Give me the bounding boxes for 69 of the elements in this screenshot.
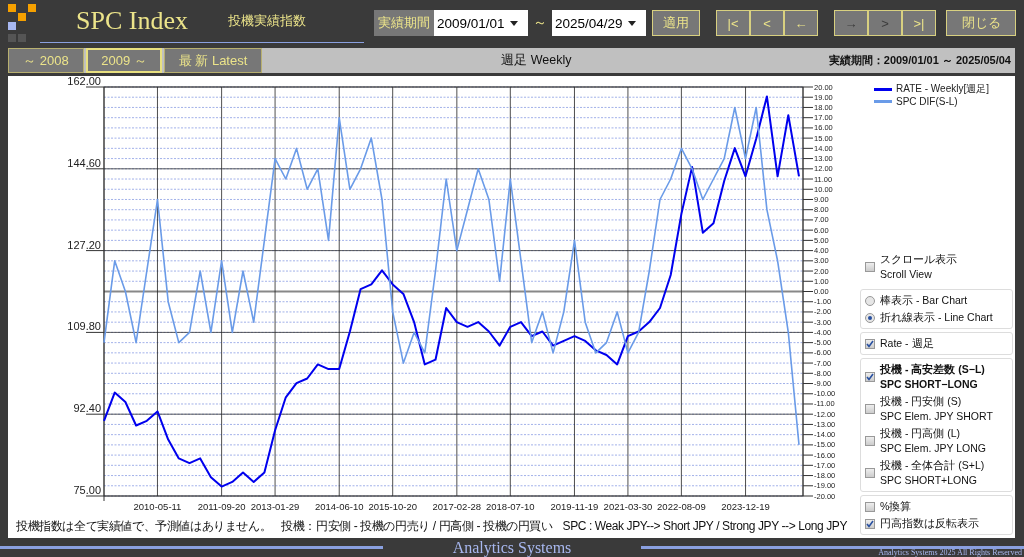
- checkbox[interactable]: [865, 372, 875, 382]
- footnote: 投機：円安側 - 投機の円売り / 円高側 - 投機の円買い: [281, 517, 553, 535]
- caret-icon: [627, 20, 636, 26]
- footnote: 投機指数は全て実績値で、予測値はありません。: [16, 517, 272, 535]
- range-tab[interactable]: 最 新 Latest: [164, 48, 262, 73]
- nav-button[interactable]: >|: [902, 10, 936, 36]
- radio-button[interactable]: [865, 295, 875, 306]
- axis-label: 109.80: [67, 320, 101, 333]
- axis-label: 75.00: [73, 484, 101, 496]
- option-label: 投機 - 高安差数 (S−L): [880, 362, 985, 377]
- date-select[interactable]: 2009/01/01: [434, 10, 528, 36]
- option-label: Scroll View: [880, 267, 933, 282]
- option-label: SPC SHORT+LONG: [880, 473, 978, 488]
- option-label: SPC Elem. JPY LONG: [880, 441, 986, 456]
- period-label: 実績期間: [374, 10, 434, 36]
- axis-label: 2015-10-20: [368, 501, 417, 512]
- axis-label: 2019-11-19: [550, 501, 599, 512]
- option-label: SPC Elem. JPY SHORT: [880, 409, 993, 424]
- footnote: SPC : Weak JPY--> Short JPY / Strong JPY --> Long JPY: [562, 519, 848, 533]
- axis-label: 2013-01-29: [250, 501, 300, 512]
- radio-button[interactable]: [865, 312, 875, 323]
- chart-title: 週足 Weekly: [500, 52, 573, 69]
- checkbox[interactable]: [865, 518, 875, 529]
- logo-icon: [8, 4, 36, 42]
- checkbox[interactable]: [865, 468, 875, 478]
- app-subtitle: 投機実績指数: [227, 11, 306, 30]
- date-select[interactable]: 2025/04/29: [552, 10, 646, 36]
- period-summary: 実績期間：2009/01/01 ～ 2025/05/04: [828, 53, 1012, 68]
- option-label: スクロール表示: [880, 252, 957, 267]
- close-button[interactable]: 閉じる: [946, 10, 1016, 36]
- checkbox[interactable]: [865, 404, 875, 414]
- axis-label: 92.40: [73, 402, 101, 415]
- axis-label: 2011-09-20: [197, 501, 246, 512]
- apply-button[interactable]: 適用: [652, 10, 700, 36]
- checkbox[interactable]: [865, 436, 875, 446]
- axis-label: 127.20: [67, 238, 101, 251]
- footer-brand: Analytics Systems: [451, 538, 573, 557]
- option-label: 円高指数は反転表示: [880, 516, 979, 531]
- axis-label: 2022-08-09: [657, 501, 706, 512]
- option-label: %換算: [880, 499, 912, 514]
- legend-label: SPC DIF(S-L): [896, 96, 958, 107]
- option-label: 棒表示 - Bar Chart: [880, 293, 968, 308]
- checkbox[interactable]: [865, 338, 875, 349]
- axis-label: 2014-06-10: [314, 501, 364, 512]
- range-separator: ～: [533, 14, 547, 32]
- checkbox[interactable]: [865, 501, 875, 512]
- nav-button[interactable]: ←: [784, 10, 818, 36]
- option-label: 投機 - 全体合計 (S+L): [880, 458, 985, 473]
- checkbox[interactable]: [865, 262, 875, 272]
- axis-label: 2017-02-28: [432, 501, 482, 512]
- axis-label: 2018-07-10: [486, 501, 535, 512]
- axis-label: 162.00: [67, 76, 101, 87]
- legend-label: RATE - Weekly[週足]: [896, 82, 989, 96]
- axis-label: 2010-05-11: [133, 501, 182, 512]
- copyright: Analytics Systems 2025 All Rights Reserved: [878, 548, 1022, 557]
- axis-label: 144.60: [67, 156, 101, 169]
- nav-button[interactable]: |<: [716, 10, 750, 36]
- option-label: SPC SHORT−LONG: [880, 377, 979, 392]
- option-label: 投機 - 円高側 (L): [880, 426, 962, 441]
- option-label: 折れ線表示 - Line Chart: [880, 310, 993, 325]
- caret-icon: [509, 20, 518, 26]
- axis-label: 2023-12-19: [721, 501, 770, 512]
- app-title: SPC Index: [76, 5, 188, 36]
- nav-button[interactable]: <: [750, 10, 784, 36]
- option-label: 投機 - 円安側 (S): [880, 394, 963, 409]
- range-tab[interactable]: 2009 ～: [86, 48, 162, 73]
- range-tab[interactable]: ～ 2008: [8, 48, 84, 73]
- option-label: Rate - 週足: [880, 336, 934, 351]
- axis-label: 2021-03-30: [603, 501, 653, 512]
